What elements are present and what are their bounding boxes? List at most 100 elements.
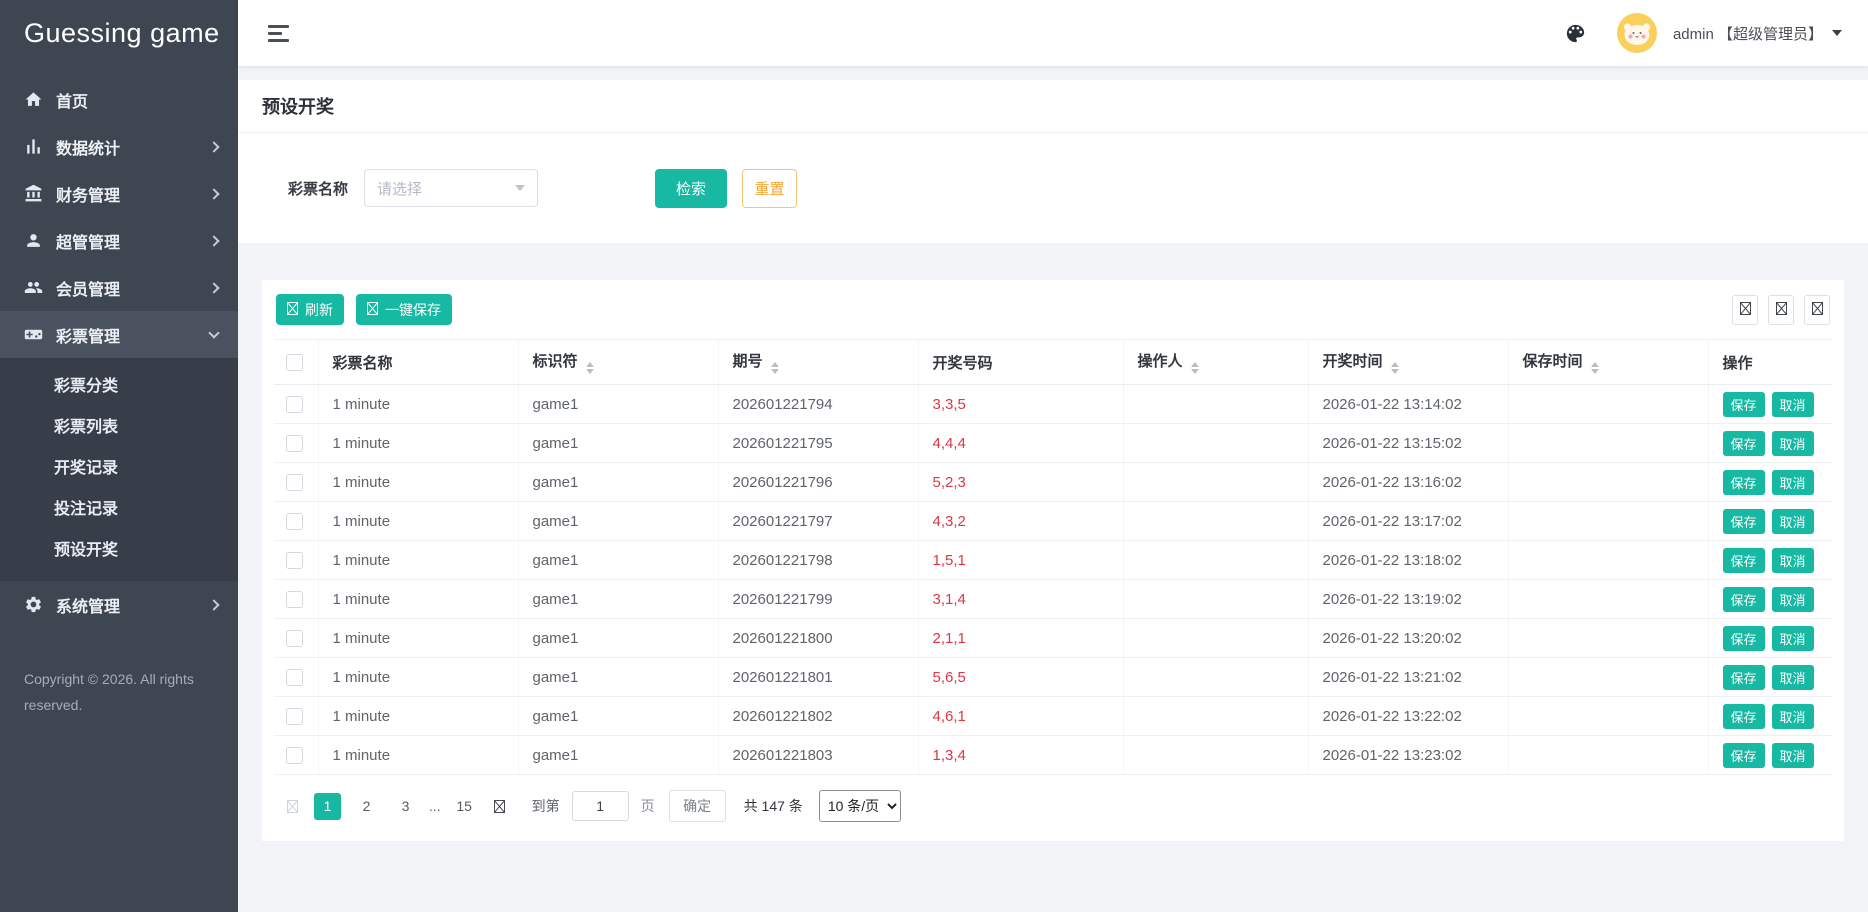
submenu-item-bet-records[interactable]: 投注记录	[0, 489, 238, 530]
save-button[interactable]: 保存	[1723, 704, 1765, 729]
column-header-draw_time[interactable]: 开奖时间	[1308, 340, 1508, 385]
table-row: 1 minutegame12026012217965,2,32026-01-22…	[274, 463, 1832, 502]
goto-page-input[interactable]	[572, 791, 629, 821]
sidebar-item-home[interactable]: 首页	[0, 76, 238, 123]
cancel-button[interactable]: 取消	[1772, 704, 1814, 729]
cell-operator	[1123, 658, 1308, 697]
cancel-button[interactable]: 取消	[1772, 626, 1814, 651]
sort-icon[interactable]	[586, 362, 594, 374]
sidebar-item-lottery[interactable]: 彩票管理	[0, 311, 238, 358]
cell-lottery-name: 1 minute	[318, 736, 518, 775]
sidebar-item-finance[interactable]: 财务管理	[0, 170, 238, 217]
sidebar-item-admins[interactable]: 超管管理	[0, 217, 238, 264]
save-button[interactable]: 保存	[1723, 392, 1765, 417]
column-header-operator[interactable]: 操作人	[1123, 340, 1308, 385]
menu-toggle-icon[interactable]	[268, 25, 289, 42]
save-all-button[interactable]: 一键保存	[356, 294, 452, 325]
page-button-1[interactable]: 1	[314, 793, 341, 820]
row-checkbox[interactable]	[286, 552, 303, 569]
row-checkbox[interactable]	[286, 396, 303, 413]
cancel-button[interactable]: 取消	[1772, 392, 1814, 417]
user-menu[interactable]: admin 【超级管理员】	[1673, 23, 1823, 44]
confirm-button[interactable]: 确定	[669, 790, 726, 822]
save-button[interactable]: 保存	[1723, 626, 1765, 651]
column-header-issue[interactable]: 期号	[718, 340, 918, 385]
row-checkbox[interactable]	[286, 591, 303, 608]
row-checkbox[interactable]	[286, 435, 303, 452]
table-tool-button-1[interactable]	[1732, 295, 1758, 325]
row-checkbox[interactable]	[286, 669, 303, 686]
sort-icon[interactable]	[1591, 362, 1599, 374]
save-button[interactable]: 保存	[1723, 587, 1765, 612]
submenu-item-lottery-list[interactable]: 彩票列表	[0, 407, 238, 448]
save-button[interactable]: 保存	[1723, 743, 1765, 768]
sort-icon[interactable]	[1191, 362, 1199, 374]
table-row: 1 minutegame12026012218024,6,12026-01-22…	[274, 697, 1832, 736]
column-header-name: 彩票名称	[318, 340, 518, 385]
cancel-button[interactable]: 取消	[1772, 743, 1814, 768]
save-button[interactable]: 保存	[1723, 431, 1765, 456]
cell-issue: 202601221801	[718, 658, 918, 697]
gamepad-icon	[24, 325, 43, 344]
page-button-15[interactable]: 15	[451, 793, 478, 820]
sidebar-item-members[interactable]: 会员管理	[0, 264, 238, 311]
cell-code: game1	[518, 541, 718, 580]
cancel-button[interactable]: 取消	[1772, 509, 1814, 534]
next-page-button[interactable]	[489, 793, 511, 820]
row-checkbox[interactable]	[286, 747, 303, 764]
sort-asc-icon	[1391, 362, 1399, 367]
refresh-button[interactable]: 刷新	[276, 294, 344, 325]
row-select-cell	[274, 385, 318, 424]
row-checkbox[interactable]	[286, 513, 303, 530]
sidebar-item-system[interactable]: 系统管理	[0, 581, 238, 628]
save-button[interactable]: 保存	[1723, 470, 1765, 495]
sidebar-item-stats[interactable]: 数据统计	[0, 123, 238, 170]
column-header-label: 期号	[733, 353, 763, 370]
missing-glyph-icon	[287, 302, 298, 318]
submenu-item-draw-records[interactable]: 开奖记录	[0, 448, 238, 489]
chevron-right-icon	[208, 141, 219, 152]
sidebar-item-label: 数据统计	[56, 135, 120, 159]
cancel-button[interactable]: 取消	[1772, 665, 1814, 690]
caret-down-icon[interactable]	[1832, 30, 1842, 36]
cell-lottery-name: 1 minute	[318, 619, 518, 658]
save-button[interactable]: 保存	[1723, 665, 1765, 690]
save-button[interactable]: 保存	[1723, 548, 1765, 573]
cell-lottery-name: 1 minute	[318, 385, 518, 424]
row-checkbox[interactable]	[286, 630, 303, 647]
sort-icon[interactable]	[1391, 362, 1399, 374]
page-button-3[interactable]: 3	[392, 793, 419, 820]
row-checkbox[interactable]	[286, 708, 303, 725]
cancel-button[interactable]: 取消	[1772, 587, 1814, 612]
sort-icon[interactable]	[771, 362, 779, 374]
sort-desc-icon	[1391, 369, 1399, 374]
save-button[interactable]: 保存	[1723, 509, 1765, 534]
theme-palette-icon[interactable]	[1564, 22, 1587, 45]
table-tool-button-3[interactable]	[1804, 295, 1830, 325]
cell-lottery-name: 1 minute	[318, 580, 518, 619]
column-header-save_time[interactable]: 保存时间	[1508, 340, 1708, 385]
cell-issue: 202601221795	[718, 424, 918, 463]
submenu-item-lottery-category[interactable]: 彩票分类	[0, 366, 238, 407]
cell-issue: 202601221794	[718, 385, 918, 424]
cell-actions: 保存取消	[1708, 619, 1832, 658]
pagination: 123...15到第页确定共 147 条10 条/页	[274, 775, 1832, 841]
cell-draw-numbers: 3,1,4	[918, 580, 1123, 619]
search-button[interactable]: 检索	[655, 169, 727, 208]
submenu-item-preset-draw[interactable]: 预设开奖	[0, 530, 238, 571]
cell-draw-time: 2026-01-22 13:23:02	[1308, 736, 1508, 775]
page-button-2[interactable]: 2	[353, 793, 380, 820]
select-all-checkbox[interactable]	[286, 354, 303, 371]
cancel-button[interactable]: 取消	[1772, 470, 1814, 495]
cancel-button[interactable]: 取消	[1772, 431, 1814, 456]
table-card: 刷新 一键保存 彩票名称标识符期号开奖号码操作人开奖时间保存时间操作 1 min…	[262, 280, 1844, 841]
avatar[interactable]	[1617, 13, 1657, 53]
column-header-code[interactable]: 标识符	[518, 340, 718, 385]
reset-button[interactable]: 重置	[742, 169, 797, 208]
page-size-select[interactable]: 10 条/页	[819, 790, 901, 822]
row-checkbox[interactable]	[286, 474, 303, 491]
cancel-button[interactable]: 取消	[1772, 548, 1814, 573]
cell-actions: 保存取消	[1708, 580, 1832, 619]
table-tool-button-2[interactable]	[1768, 295, 1794, 325]
lottery-name-select[interactable]: 请选择	[364, 169, 538, 207]
